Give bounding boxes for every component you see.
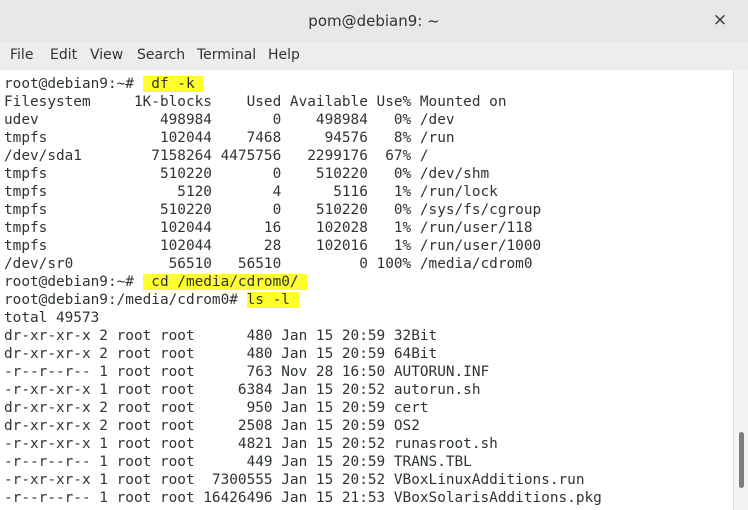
scrollbar-thumb[interactable] bbox=[739, 432, 744, 488]
prompt: root@debian9:~# bbox=[4, 76, 143, 92]
prompt: root@debian9:/media/cdrom0# bbox=[4, 292, 247, 308]
output-line: dr-xr-xr-x 2 root root 950 Jan 15 20:59 … bbox=[4, 400, 429, 416]
prompt: root@debian9:~# bbox=[4, 274, 143, 290]
output-line: dr-xr-xr-x 2 root root 480 Jan 15 20:59 … bbox=[4, 346, 438, 362]
close-icon[interactable]: × bbox=[710, 10, 730, 30]
menu-file[interactable]: File bbox=[10, 47, 33, 63]
output-line: /dev/sda1 7158264 4475756 2299176 67% / bbox=[4, 148, 429, 164]
output-line: tmpfs 102044 7468 94576 8% /run bbox=[4, 130, 455, 146]
output-line: -r--r--r-- 1 root root 449 Jan 15 20:59 … bbox=[4, 454, 472, 470]
output-line: tmpfs 510220 0 510220 0% /dev/shm bbox=[4, 166, 490, 182]
output-line: Filesystem 1K-blocks Used Available Use%… bbox=[4, 94, 507, 110]
menu-view[interactable]: View bbox=[90, 47, 123, 63]
output-line: tmpfs 510220 0 510220 0% /sys/fs/cgroup bbox=[4, 202, 542, 218]
menu-search[interactable]: Search bbox=[137, 47, 185, 63]
output-line: dr-xr-xr-x 2 root root 2508 Jan 15 20:59… bbox=[4, 418, 420, 434]
output-line: /dev/sr0 56510 56510 0 100% /media/cdrom… bbox=[4, 256, 533, 272]
terminal-output[interactable]: -------- --- ---- -- ------- -- --- ----… bbox=[0, 70, 734, 510]
highlighted-command: ls -l bbox=[246, 292, 299, 308]
output-line: udev 498984 0 498984 0% /dev bbox=[4, 112, 455, 128]
highlighted-command: df -k bbox=[142, 76, 204, 92]
window-title: pom@debian9: ~ bbox=[308, 12, 440, 30]
prompt-line: root@debian9:~# cd /media/cdrom0/ bbox=[4, 273, 602, 291]
menu-help[interactable]: Help bbox=[268, 47, 300, 63]
output-line: tmpfs 5120 4 5116 1% /run/lock bbox=[4, 184, 498, 200]
prompt-line: root@debian9:~# df -k bbox=[4, 75, 602, 93]
output-line: -r--r--r-- 1 root root 16426496 Jan 15 2… bbox=[4, 490, 602, 506]
terminal-lines: -------- --- ---- -- ------- -- --- ----… bbox=[4, 70, 602, 507]
scrollbar[interactable] bbox=[733, 70, 748, 510]
menu-edit[interactable]: Edit bbox=[50, 47, 77, 63]
output-line: -r-xr-xr-x 1 root root 4821 Jan 15 20:52… bbox=[4, 436, 498, 452]
highlighted-command: cd /media/cdrom0/ bbox=[142, 274, 308, 290]
menu-terminal[interactable]: Terminal bbox=[197, 47, 256, 63]
output-line: -r-xr-xr-x 1 root root 7300555 Jan 15 20… bbox=[4, 472, 585, 488]
output-line: tmpfs 102044 16 102028 1% /run/user/118 bbox=[4, 220, 533, 236]
output-line: tmpfs 102044 28 102016 1% /run/user/1000 bbox=[4, 238, 542, 254]
output-line: total 49573 bbox=[4, 310, 100, 326]
output-line: -r--r--r-- 1 root root 763 Nov 28 16:50 … bbox=[4, 364, 490, 380]
menu-bar: File Edit View Search Terminal Help bbox=[0, 42, 748, 71]
title-bar[interactable]: pom@debian9: ~ × bbox=[0, 0, 748, 43]
output-line: -r-xr-xr-x 1 root root 6384 Jan 15 20:52… bbox=[4, 382, 481, 398]
output-line: dr-xr-xr-x 2 root root 480 Jan 15 20:59 … bbox=[4, 328, 438, 344]
terminal-window: pom@debian9: ~ × File Edit View Search T… bbox=[0, 0, 748, 510]
prompt-line: root@debian9:/media/cdrom0# ls -l bbox=[4, 291, 602, 309]
